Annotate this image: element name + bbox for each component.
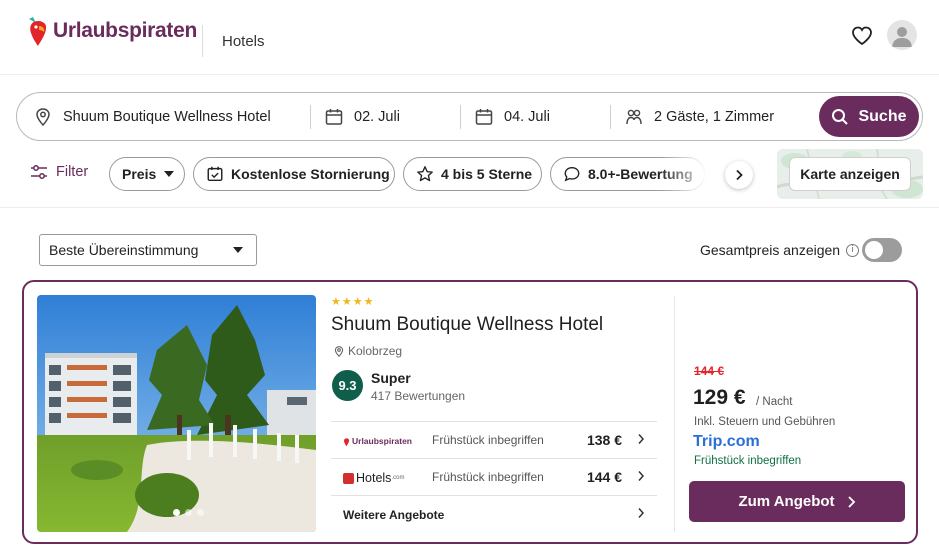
- checkin-value: 02. Juli: [354, 108, 400, 125]
- total-price-toggle[interactable]: [862, 238, 902, 262]
- user-icon: [892, 27, 912, 47]
- guests-field[interactable]: 2 Gäste, 1 Zimmer: [624, 93, 814, 140]
- search-separator: [310, 105, 311, 129]
- review-count: 417 Bewertungen: [371, 389, 466, 403]
- provider-name: Urlaubspiraten: [352, 436, 412, 446]
- calendar-check-icon: [207, 166, 223, 182]
- heart-icon[interactable]: [850, 24, 874, 48]
- search-bar: Shuum Boutique Wellness Hotel 02. Juli 0…: [16, 92, 923, 141]
- star-icon: [417, 166, 433, 182]
- calendar-icon: [475, 108, 493, 125]
- view-offer-button[interactable]: Zum Angebot: [689, 481, 905, 522]
- checkin-field[interactable]: 02. Juli: [324, 93, 464, 140]
- card-divider: [674, 296, 675, 532]
- chevron-right-icon: [736, 169, 743, 181]
- sliders-icon: [31, 165, 47, 179]
- nightly-price: 129 €: [693, 386, 746, 409]
- caret-down-icon: [164, 171, 175, 177]
- location-pin-icon: [334, 345, 344, 357]
- total-price-label: Gesamtpreis anzeigen i: [700, 242, 860, 258]
- photo-carousel-dots: [173, 509, 204, 516]
- search-button-label: Suche: [858, 107, 907, 125]
- chip-free-cancellation[interactable]: Kostenlose Stornierung: [193, 157, 395, 191]
- search-separator: [460, 105, 461, 129]
- search-button[interactable]: Suche: [819, 96, 919, 137]
- brand-name: Urlaubspiraten: [53, 19, 197, 42]
- search-icon: [832, 108, 849, 125]
- filter-button[interactable]: Filter: [30, 164, 88, 180]
- nav-hotels[interactable]: Hotels: [222, 33, 265, 50]
- chip-stars[interactable]: 4 bis 5 Sterne: [403, 157, 542, 191]
- hotel-photo-image: [37, 295, 316, 532]
- chip-label: Kostenlose Stornierung: [231, 166, 390, 182]
- carousel-dot[interactable]: [185, 509, 192, 516]
- carousel-dot[interactable]: [173, 509, 180, 516]
- hotel-photo[interactable]: [37, 295, 316, 532]
- chevron-right-icon: [638, 434, 645, 444]
- star-rating: ★★★★: [331, 295, 375, 308]
- provider-logo-urlaubspiraten: Urlaubspiraten: [343, 433, 412, 449]
- total-price-text: Gesamtpreis anzeigen: [700, 242, 841, 258]
- calendar-icon: [325, 108, 343, 125]
- per-night-label: / Nacht: [756, 396, 793, 408]
- filter-label: Filter: [56, 164, 89, 180]
- offer-price: 144 €: [586, 469, 622, 485]
- search-separator: [610, 105, 611, 129]
- carousel-dot[interactable]: [197, 509, 204, 516]
- provider-main: Trip: [693, 433, 723, 450]
- chip-fade: [660, 155, 720, 193]
- caret-down-icon: [233, 247, 243, 253]
- sort-value: Beste Übereinstimmung: [49, 242, 199, 258]
- chevron-right-icon: [638, 471, 645, 481]
- destination-field[interactable]: Shuum Boutique Wellness Hotel: [33, 93, 303, 140]
- location-pin-icon: [36, 107, 50, 126]
- info-icon[interactable]: i: [846, 243, 860, 257]
- chevron-right-icon: [638, 508, 645, 518]
- chips-scroll-right-button[interactable]: [725, 161, 753, 189]
- offer-row[interactable]: Hotels .com Frühstück inbegriffen 144 €: [331, 458, 657, 495]
- location-text: Kolobrzeg: [348, 344, 403, 358]
- parrot-icon: [29, 17, 47, 46]
- chip-label: Preis: [122, 166, 157, 182]
- hotel-card[interactable]: ★★★★ Shuum Boutique Wellness Hotel Kolob…: [22, 280, 918, 544]
- provider-name: Hotels: [356, 471, 392, 485]
- tax-note: Inkl. Steuern und Gebühren: [694, 416, 836, 428]
- header-divider: [202, 25, 203, 57]
- parrot-icon: [344, 437, 350, 446]
- checkout-field[interactable]: 04. Juli: [474, 93, 614, 140]
- toggle-knob: [865, 241, 883, 259]
- provider-suffix: .com: [722, 433, 760, 450]
- hotel-name[interactable]: Shuum Boutique Wellness Hotel: [331, 314, 603, 336]
- offer-row[interactable]: Urlaubspiraten Frühstück inbegriffen 138…: [331, 421, 657, 458]
- more-offers-row[interactable]: Weitere Angebote: [331, 495, 657, 532]
- more-offers-label: Weitere Angebote: [343, 508, 445, 522]
- old-price: 144 €: [694, 364, 725, 378]
- guests-value: 2 Gäste, 1 Zimmer: [654, 108, 775, 125]
- offer-board: Frühstück inbegriffen: [432, 470, 544, 484]
- provider-suffix: .com: [391, 475, 405, 481]
- site-header: Urlaubspiraten Hotels: [0, 0, 939, 75]
- offer-price: 138 €: [586, 432, 622, 448]
- speech-bubble-icon: [564, 167, 580, 182]
- chip-price[interactable]: Preis: [109, 157, 185, 191]
- hotels-logo-icon: [343, 472, 354, 484]
- sort-select[interactable]: Beste Übereinstimmung: [39, 234, 257, 266]
- checkout-value: 04. Juli: [504, 108, 550, 125]
- avatar[interactable]: [887, 20, 917, 50]
- best-offer-board: Frühstück inbegriffen: [694, 455, 802, 467]
- best-offer-provider: Trip.com: [693, 433, 760, 451]
- guests-icon: [626, 109, 642, 124]
- review-score-label: Super: [371, 370, 411, 386]
- view-offer-label: Zum Angebot: [738, 493, 835, 510]
- destination-value: Shuum Boutique Wellness Hotel: [63, 108, 271, 125]
- chevron-right-icon: [847, 495, 855, 508]
- chip-label: 4 bis 5 Sterne: [441, 166, 533, 182]
- brand-logo[interactable]: Urlaubspiraten: [27, 15, 197, 47]
- offer-board: Frühstück inbegriffen: [432, 433, 544, 447]
- hotel-location: Kolobrzeg: [333, 344, 402, 358]
- provider-logo-hotels: Hotels .com: [343, 470, 404, 486]
- review-score-badge: 9.3: [332, 370, 363, 401]
- section-divider: [0, 207, 939, 208]
- show-map-button[interactable]: Karte anzeigen: [789, 157, 911, 191]
